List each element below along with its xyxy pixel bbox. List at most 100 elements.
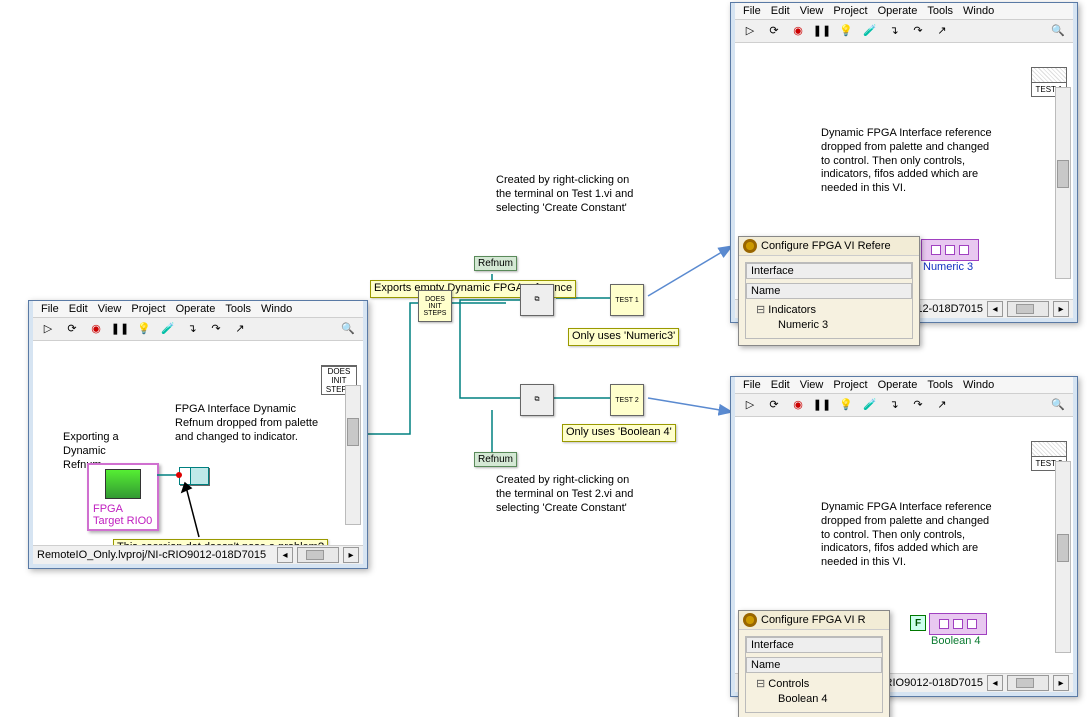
pause-icon[interactable]: ❚❚ — [111, 320, 129, 338]
menu-window[interactable]: Windo — [963, 5, 994, 17]
menu-view[interactable]: View — [98, 303, 122, 315]
step-into-icon[interactable]: ↴ — [885, 22, 903, 40]
test1-subvi[interactable]: TEST 1 — [610, 284, 644, 316]
run-cont-icon[interactable]: ⟳ — [765, 22, 783, 40]
refnum-constant-bot[interactable]: Refnum — [474, 452, 517, 467]
abort-icon[interactable]: ◉ — [789, 396, 807, 414]
cluster-indicator[interactable] — [929, 613, 987, 635]
scroll-right-icon[interactable]: ▸ — [1053, 675, 1069, 691]
toolbar: ▷ ⟳ ◉ ❚❚ 💡 🧪 ↴ ↷ ↗ 🔍 — [33, 318, 363, 341]
menubar: File Edit View Project Operate Tools Win… — [735, 3, 1073, 20]
menu-tools[interactable]: Tools — [927, 379, 953, 391]
probe-icon[interactable]: 🧪 — [159, 320, 177, 338]
fpga-icon — [105, 469, 141, 499]
dyn-note: Dynamic FPGA Interface reference dropped… — [821, 501, 993, 570]
scrollbar-horizontal[interactable] — [1007, 301, 1049, 317]
step-over-icon[interactable]: ↷ — [909, 22, 927, 40]
configure-fpga-ref-dialog-top[interactable]: Configure FPGA VI Refere Interface Name … — [738, 236, 920, 346]
type-cast-node-bot[interactable]: ⧉ — [520, 384, 554, 416]
bulb-icon[interactable]: 💡 — [837, 22, 855, 40]
search-icon[interactable]: 🔍 — [1049, 22, 1067, 40]
abort-icon[interactable]: ◉ — [87, 320, 105, 338]
test2-subvi[interactable]: TEST 2 — [610, 384, 644, 416]
menu-operate[interactable]: Operate — [878, 379, 918, 391]
menu-project[interactable]: Project — [131, 303, 165, 315]
run-icon[interactable]: ▷ — [39, 320, 57, 338]
does-init-steps-subvi[interactable]: DOES INIT STEPS — [418, 290, 452, 322]
abort-icon[interactable]: ◉ — [789, 22, 807, 40]
menu-project[interactable]: Project — [833, 379, 867, 391]
does-init-steps-label: DOES INIT STEPS — [419, 296, 451, 317]
status-text: RemoteIO_Only.lvproj/NI-cRIO9012-018D701… — [37, 549, 266, 561]
tree-item[interactable]: Numeric 3 — [756, 318, 908, 333]
fpga-target[interactable]: FPGA Target RIO0 — [87, 463, 159, 531]
scroll-right-icon[interactable]: ▸ — [1053, 301, 1069, 317]
only-numeric3-note: Only uses 'Numeric3' — [568, 328, 679, 346]
menu-file[interactable]: File — [743, 5, 761, 17]
type-cast-node-top[interactable]: ⧉ — [520, 284, 554, 316]
tree-category[interactable]: Indicators — [756, 303, 908, 318]
scroll-left-icon[interactable]: ◂ — [987, 675, 1003, 691]
step-over-icon[interactable]: ↷ — [207, 320, 225, 338]
menu-operate[interactable]: Operate — [176, 303, 216, 315]
probe-icon[interactable]: 🧪 — [861, 396, 879, 414]
create-constant-note-bot: Created by right-clicking on the termina… — [496, 474, 646, 515]
configure-fpga-ref-dialog-bottom[interactable]: Configure FPGA VI R Interface Name Contr… — [738, 610, 890, 717]
probe-icon[interactable]: 🧪 — [861, 22, 879, 40]
boolean4-label: Boolean 4 — [931, 635, 981, 647]
scrollbar-vertical[interactable] — [1055, 87, 1071, 279]
step-over-icon[interactable]: ↷ — [909, 396, 927, 414]
step-out-icon[interactable]: ↗ — [933, 396, 951, 414]
run-icon[interactable]: ▷ — [741, 396, 759, 414]
scrollbar-vertical[interactable] — [1055, 461, 1071, 653]
scroll-left-icon[interactable]: ◂ — [277, 547, 293, 563]
menu-edit[interactable]: Edit — [771, 5, 790, 17]
cluster-indicator[interactable] — [921, 239, 979, 261]
dialog-title: Configure FPGA VI Refere — [761, 240, 891, 252]
tree-item[interactable]: Boolean 4 — [756, 692, 878, 707]
tree-category-label: Controls — [768, 678, 809, 690]
bulb-icon[interactable]: 💡 — [837, 396, 855, 414]
dyn-note: Dynamic FPGA Interface reference dropped… — [821, 127, 993, 196]
menu-window[interactable]: Windo — [261, 303, 292, 315]
refnum-indicator[interactable] — [179, 467, 209, 485]
refnum-constant-top[interactable]: Refnum — [474, 256, 517, 271]
test1-label: TEST 1 — [615, 297, 639, 304]
status-text: :RIO9012-018D7015 — [881, 677, 983, 689]
scrollbar-horizontal[interactable] — [297, 547, 339, 563]
bulb-icon[interactable]: 💡 — [135, 320, 153, 338]
gear-icon — [743, 613, 757, 627]
menu-project[interactable]: Project — [833, 5, 867, 17]
tree-item-label: Boolean 4 — [778, 693, 828, 705]
run-cont-icon[interactable]: ⟳ — [765, 396, 783, 414]
menu-edit[interactable]: Edit — [69, 303, 88, 315]
step-out-icon[interactable]: ↗ — [933, 22, 951, 40]
scroll-left-icon[interactable]: ◂ — [987, 301, 1003, 317]
menu-file[interactable]: File — [743, 379, 761, 391]
menu-view[interactable]: View — [800, 379, 824, 391]
run-cont-icon[interactable]: ⟳ — [63, 320, 81, 338]
menu-tools[interactable]: Tools — [225, 303, 251, 315]
step-out-icon[interactable]: ↗ — [231, 320, 249, 338]
pause-icon[interactable]: ❚❚ — [813, 22, 831, 40]
menu-edit[interactable]: Edit — [771, 379, 790, 391]
scrollbar-vertical[interactable] — [345, 385, 361, 525]
menubar: File Edit View Project Operate Tools Win… — [735, 377, 1073, 394]
search-icon[interactable]: 🔍 — [339, 320, 357, 338]
menu-file[interactable]: File — [41, 303, 59, 315]
status-text: 012-018D7015 — [910, 303, 983, 315]
search-icon[interactable]: 🔍 — [1049, 396, 1067, 414]
pause-icon[interactable]: ❚❚ — [813, 396, 831, 414]
numeric3-label: Numeric 3 — [923, 261, 973, 273]
window-left: File Edit View Project Operate Tools Win… — [28, 300, 368, 569]
tree-category[interactable]: Controls — [756, 677, 878, 692]
step-into-icon[interactable]: ↴ — [885, 396, 903, 414]
menu-operate[interactable]: Operate — [878, 5, 918, 17]
scrollbar-horizontal[interactable] — [1007, 675, 1049, 691]
menu-tools[interactable]: Tools — [927, 5, 953, 17]
scroll-right-icon[interactable]: ▸ — [343, 547, 359, 563]
run-icon[interactable]: ▷ — [741, 22, 759, 40]
step-into-icon[interactable]: ↴ — [183, 320, 201, 338]
menu-window[interactable]: Windo — [963, 379, 994, 391]
menu-view[interactable]: View — [800, 5, 824, 17]
